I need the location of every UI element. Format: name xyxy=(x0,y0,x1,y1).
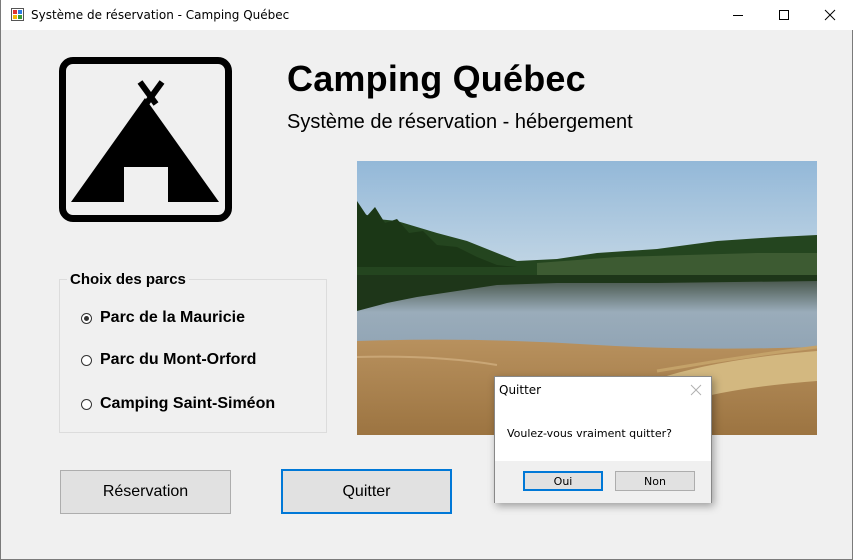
radio-label: Parc de la Mauricie xyxy=(100,309,245,326)
radio-button-selected[interactable] xyxy=(81,312,92,324)
app-icon xyxy=(11,8,24,21)
no-button[interactable]: Non xyxy=(615,471,695,491)
title-bar[interactable]: Système de réservation - Camping Québec xyxy=(1,0,853,30)
app-subtitle: Système de réservation - hébergement xyxy=(287,111,633,133)
dialog-title: Quitter xyxy=(499,383,542,397)
dialog-footer: Oui Non xyxy=(495,461,711,503)
maximize-icon xyxy=(779,10,789,20)
quit-confirm-dialog: Quitter Voulez-vous vraiment quitter? Ou… xyxy=(494,376,712,503)
reservation-button[interactable]: Réservation xyxy=(60,470,231,514)
close-icon xyxy=(824,9,836,21)
minimize-icon xyxy=(733,15,743,16)
dialog-message: Voulez-vous vraiment quitter? xyxy=(507,427,672,440)
radio-label: Camping Saint-Siméon xyxy=(100,395,276,412)
close-icon xyxy=(690,384,702,396)
window-title: Système de réservation - Camping Québec xyxy=(31,8,290,22)
app-title: Camping Québec xyxy=(287,58,586,99)
radio-button[interactable] xyxy=(81,398,92,410)
dialog-close-button[interactable] xyxy=(689,383,703,397)
yes-button[interactable]: Oui xyxy=(523,471,603,491)
radio-parc-mont-orford[interactable]: Parc du Mont-Orford xyxy=(81,351,256,369)
main-window: Système de réservation - Camping Québec … xyxy=(0,0,853,560)
radio-camping-saint-simeon[interactable]: Camping Saint-Siméon xyxy=(81,395,275,413)
maximize-button[interactable] xyxy=(761,0,807,30)
radio-button[interactable] xyxy=(81,354,92,366)
radio-parc-mauricie[interactable]: Parc de la Mauricie xyxy=(81,309,245,327)
radio-label: Parc du Mont-Orford xyxy=(100,351,257,368)
quit-button[interactable]: Quitter xyxy=(281,469,452,514)
tent-logo-icon xyxy=(59,57,232,222)
park-choice-group-title: Choix des parcs xyxy=(67,271,189,288)
close-button[interactable] xyxy=(807,0,853,30)
minimize-button[interactable] xyxy=(715,0,761,30)
